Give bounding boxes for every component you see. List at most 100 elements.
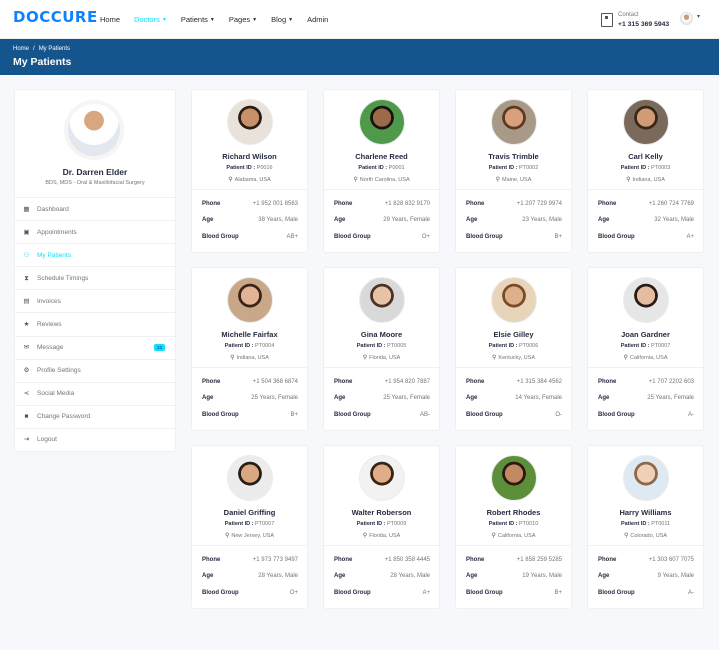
age-label: Age bbox=[598, 573, 610, 579]
patient-card[interactable]: Joan Gardner Patient ID : PT0007 ⚲ Californ… bbox=[587, 267, 704, 431]
doccure-logo[interactable]: DOCCURE bbox=[13, 8, 98, 26]
age-row: Age 28 Years, Male bbox=[334, 573, 430, 579]
age-value: 29 Years, Female bbox=[383, 217, 430, 223]
patient-name[interactable]: Michelle Fairfax bbox=[192, 330, 307, 339]
patient-card[interactable]: Richard Wilson Patient ID : P0016 ⚲ Alabama… bbox=[191, 89, 308, 253]
patient-photo[interactable] bbox=[491, 99, 537, 145]
patient-photo[interactable] bbox=[623, 99, 669, 145]
patient-card[interactable]: Gina Moore Patient ID : PT0005 ⚲ Florida, U… bbox=[323, 267, 440, 431]
patient-photo[interactable] bbox=[623, 455, 669, 501]
sidebar-item-label: Dashboard bbox=[37, 205, 69, 213]
patient-card[interactable]: Travis Trimble Patient ID : PT0002 ⚲ Maine,… bbox=[455, 89, 572, 253]
patient-id-value: PT0011 bbox=[651, 521, 671, 527]
patient-card[interactable]: Charlene Reed Patient ID : P0001 ⚲ North Ca… bbox=[323, 89, 440, 253]
patient-name[interactable]: Travis Trimble bbox=[456, 152, 571, 161]
patient-id-label: Patient ID : bbox=[620, 343, 650, 349]
patient-photo[interactable] bbox=[491, 455, 537, 501]
age-value: 25 Years, Female bbox=[647, 395, 694, 401]
blood-group-value: AB+ bbox=[286, 234, 298, 240]
phone-value: +1 973 773 9497 bbox=[252, 557, 298, 563]
patient-id-label: Patient ID : bbox=[620, 165, 650, 171]
patient-photo[interactable] bbox=[227, 277, 273, 323]
sidebar-item-dashboard[interactable]: ▦ Dashboard bbox=[15, 197, 175, 220]
patient-location-value: California, USA bbox=[497, 533, 536, 539]
nav-item-blog[interactable]: Blog ▼ bbox=[271, 15, 293, 24]
age-row: Age 19 Years, Male bbox=[466, 573, 562, 579]
sidebar-item-label: My Patients bbox=[37, 251, 71, 259]
user-avatar[interactable] bbox=[680, 12, 693, 25]
nav-item-home[interactable]: Home bbox=[100, 15, 120, 24]
patient-id-value: PT0005 bbox=[387, 343, 407, 349]
patient-name[interactable]: Daniel Griffing bbox=[192, 508, 307, 517]
patient-card[interactable]: Michelle Fairfax Patient ID : PT0004 ⚲ Indi… bbox=[191, 267, 308, 431]
patient-location-value: Florida, USA bbox=[369, 355, 401, 361]
blood-group-label: Blood Group bbox=[598, 590, 635, 596]
blood-group-value: AB- bbox=[419, 412, 430, 418]
patient-card[interactable]: Carl Kelly Patient ID : PT0003 ⚲ Indiana, U… bbox=[587, 89, 704, 253]
nav-item-label: Blog bbox=[271, 15, 287, 24]
phone-value: +1 315 384 4562 bbox=[516, 379, 562, 385]
message-count-badge: 23 bbox=[153, 343, 165, 351]
patient-id-value: P0016 bbox=[256, 165, 273, 171]
phone-row: Phone +1 260 724 7769 bbox=[598, 201, 694, 207]
sidebar-item-my-patients[interactable]: ⚇ My Patients bbox=[15, 243, 175, 266]
nav-item-admin[interactable]: Admin bbox=[307, 15, 328, 24]
nav-item-pages[interactable]: Pages ▼ bbox=[229, 15, 257, 24]
card-divider bbox=[192, 367, 307, 368]
sidebar-item-label: Message bbox=[37, 344, 64, 352]
sidebar-item-social-media[interactable]: ⋖ Social Media bbox=[15, 381, 175, 405]
patient-id-value: PT0003 bbox=[651, 165, 671, 171]
patient-card[interactable]: Elsie Gilley Patient ID : PT0006 ⚲ Kentucky… bbox=[455, 267, 572, 431]
patient-name[interactable]: Harry Williams bbox=[588, 508, 703, 517]
patient-photo[interactable] bbox=[359, 455, 405, 501]
patient-photo[interactable] bbox=[227, 99, 273, 145]
chevron-down-icon: ▼ bbox=[161, 17, 167, 23]
patient-name[interactable]: Robert Rhodes bbox=[456, 508, 571, 517]
patient-id: Patient ID : PT0007 bbox=[588, 343, 703, 349]
age-label: Age bbox=[202, 395, 214, 401]
breadcrumb-home[interactable]: Home bbox=[13, 46, 29, 52]
patient-photo[interactable] bbox=[359, 99, 405, 145]
sidebar-item-reviews[interactable]: ★ Reviews bbox=[15, 312, 175, 335]
chevron-down-icon[interactable]: ▾ bbox=[697, 13, 700, 20]
nav-item-doctors[interactable]: Doctors ▼ bbox=[134, 15, 167, 24]
age-value: 28 Years, Male bbox=[390, 573, 430, 579]
card-divider bbox=[324, 367, 439, 368]
sidebar-item-appointments[interactable]: ▣ Appointments bbox=[15, 220, 175, 243]
patient-photo[interactable] bbox=[491, 277, 537, 323]
nav-item-patients[interactable]: Patients ▼ bbox=[181, 15, 215, 24]
sidebar-item-logout[interactable]: ⇥ Logout bbox=[15, 427, 175, 451]
patient-id: Patient ID : PT0002 bbox=[456, 165, 571, 171]
patient-card[interactable]: Daniel Griffing Patient ID : PT0007 ⚲ New J… bbox=[191, 445, 308, 609]
sidebar-item-change-password[interactable]: ■ Change Password bbox=[15, 404, 175, 428]
sidebar-item-invoices[interactable]: ▤ Invoices bbox=[15, 289, 175, 312]
blood-group-row: Blood Group A+ bbox=[334, 590, 430, 596]
patient-name[interactable]: Gina Moore bbox=[324, 330, 439, 339]
top-header: DOCCURE Home Doctors ▼ Patients ▼ Pages ▼ Blog ▼… bbox=[0, 0, 719, 39]
patient-name[interactable]: Walter Roberson bbox=[324, 508, 439, 517]
phone-label: Phone bbox=[334, 379, 353, 385]
chevron-down-icon: ▼ bbox=[288, 17, 294, 23]
patient-card[interactable]: Walter Roberson Patient ID : PT0009 ⚲ Flori… bbox=[323, 445, 440, 609]
patient-photo[interactable] bbox=[359, 277, 405, 323]
patient-name[interactable]: Elsie Gilley bbox=[456, 330, 571, 339]
nav-item-label: Admin bbox=[307, 15, 329, 24]
blood-group-label: Blood Group bbox=[466, 234, 503, 240]
patient-photo[interactable] bbox=[227, 455, 273, 501]
card-divider bbox=[456, 189, 571, 190]
patient-name[interactable]: Charlene Reed bbox=[324, 152, 439, 161]
patient-name[interactable]: Carl Kelly bbox=[588, 152, 703, 161]
patient-card[interactable]: Harry Williams Patient ID : PT0011 ⚲ Colora… bbox=[587, 445, 704, 609]
sidebar-item-schedule-timings[interactable]: ⧗ Schedule Timings bbox=[15, 266, 175, 289]
sidebar-item-profile-settings[interactable]: ⚙ Profile Settings bbox=[15, 358, 175, 382]
patient-name[interactable]: Richard Wilson bbox=[192, 152, 307, 161]
patient-name[interactable]: Joan Gardner bbox=[588, 330, 703, 339]
patient-location: ⚲ Indiana, USA bbox=[588, 176, 703, 183]
patient-location-value: Colorado, USA bbox=[630, 533, 668, 539]
patient-card[interactable]: Robert Rhodes Patient ID : PT0010 ⚲ Califor… bbox=[455, 445, 572, 609]
patient-photo[interactable] bbox=[623, 277, 669, 323]
sidebar-item-message[interactable]: ✉ Message 23 bbox=[15, 335, 175, 359]
blood-group-label: Blood Group bbox=[598, 234, 635, 240]
phone-label: Phone bbox=[598, 201, 617, 207]
age-label: Age bbox=[466, 573, 478, 579]
